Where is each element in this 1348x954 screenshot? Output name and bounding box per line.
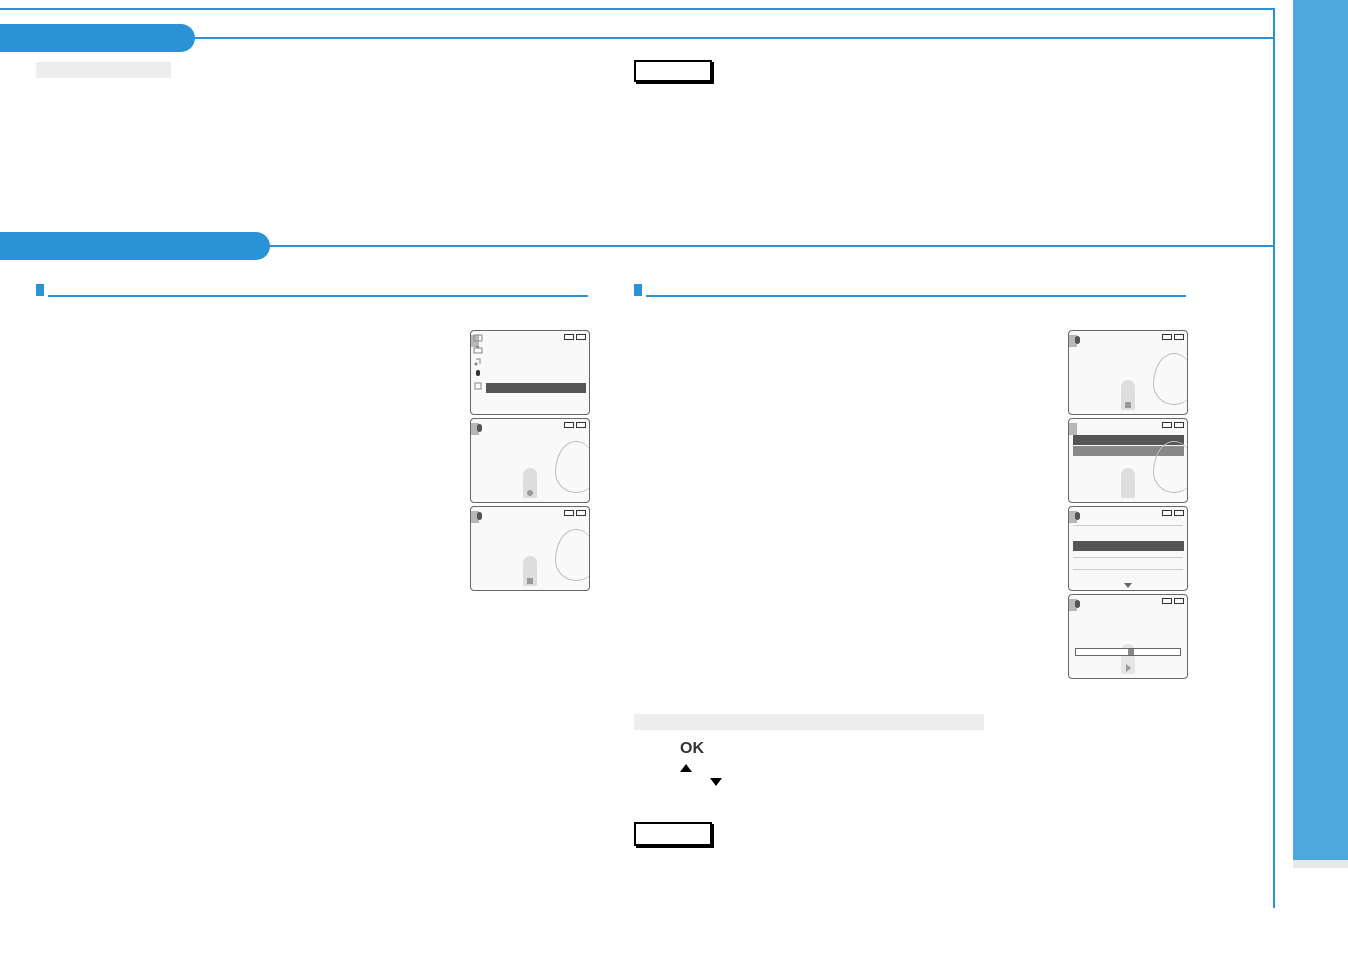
sub-rule-left <box>48 295 588 297</box>
setup-icon <box>473 381 483 391</box>
lcd-right-2 <box>1068 418 1188 503</box>
sub-tick-left <box>36 284 44 296</box>
progress-bar <box>1075 648 1181 656</box>
sub-tick-right <box>634 284 642 296</box>
movie-icon <box>473 333 483 343</box>
note-box-2 <box>634 822 712 846</box>
arrow-down-icon <box>710 778 722 786</box>
voice-icon <box>1073 511 1083 523</box>
voice-icon <box>475 423 485 435</box>
lcd-right-1 <box>1068 330 1188 415</box>
section-tab-mid <box>0 232 270 260</box>
voice-icon <box>1073 599 1083 611</box>
voice-icon <box>475 511 485 523</box>
ok-nav-block: OK <box>680 740 722 789</box>
stop-square-icon <box>1125 402 1131 408</box>
subhead-bar <box>36 62 171 78</box>
voice-icon <box>1073 335 1083 347</box>
arrow-up-icon <box>680 764 692 772</box>
lcd-right-3 <box>1068 506 1188 591</box>
lcd-right-4 <box>1068 594 1188 679</box>
stop-square-icon <box>527 578 533 584</box>
page-number-box <box>1304 880 1336 904</box>
sub-rule-right <box>646 295 1186 297</box>
camera-icon <box>473 345 483 355</box>
lcd-left-1 <box>470 330 590 415</box>
record-dot-icon <box>527 490 533 496</box>
play-triangle-icon <box>1126 664 1131 672</box>
lcd-tag <box>1068 423 1077 435</box>
section-rule-mid <box>270 245 1275 247</box>
play-controls-bar <box>634 714 984 730</box>
lcd-left-2 <box>470 418 590 503</box>
voice-icon <box>473 369 483 379</box>
music-icon <box>473 357 483 367</box>
note-box-1 <box>634 60 712 82</box>
ok-label: OK <box>680 740 704 757</box>
chevron-down-icon <box>1124 583 1132 588</box>
section-rule-top <box>195 37 1275 39</box>
section-tab-top <box>0 24 195 52</box>
lcd-left-3 <box>470 506 590 591</box>
side-band <box>1293 0 1348 860</box>
